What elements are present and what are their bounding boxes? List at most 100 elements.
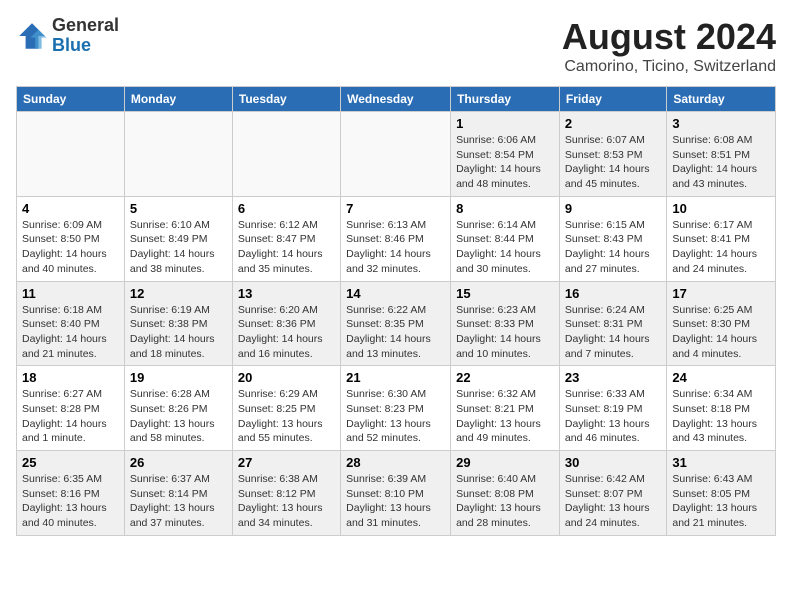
day-info: Sunrise: 6:24 AM Sunset: 8:31 PM Dayligh… [565,303,661,362]
day-info: Sunrise: 6:22 AM Sunset: 8:35 PM Dayligh… [346,303,445,362]
day-info: Sunrise: 6:12 AM Sunset: 8:47 PM Dayligh… [238,218,335,277]
day-info: Sunrise: 6:10 AM Sunset: 8:49 PM Dayligh… [130,218,227,277]
calendar-day: 29Sunrise: 6:40 AM Sunset: 8:08 PM Dayli… [451,451,560,536]
day-number: 19 [130,370,227,385]
day-info: Sunrise: 6:35 AM Sunset: 8:16 PM Dayligh… [22,472,119,531]
calendar-day: 2 Sunrise: 6:07 AM Sunset: 8:53 PM Daylig… [559,112,666,197]
weekday-header: Friday [559,87,666,112]
day-info: Sunrise: 6:38 AM Sunset: 8:12 PM Dayligh… [238,472,335,531]
weekday-header: Tuesday [232,87,340,112]
day-info: Sunrise: 6:17 AM Sunset: 8:41 PM Dayligh… [672,218,770,277]
calendar-day: 28 Sunrise: 6:39 AM Sunset: 8:10 PM Dayli… [341,451,451,536]
day-number: 4 [22,201,119,216]
logo: General Blue [16,16,119,56]
day-info: Sunrise: 6:37 AM Sunset: 8:14 PM Dayligh… [130,472,227,531]
weekday-header: Thursday [451,87,560,112]
day-info: Sunrise: 6:14 AM Sunset: 8:44 PM Dayligh… [456,218,554,277]
calendar-day: 8 Sunrise: 6:14 AM Sunset: 8:44 PM Daylig… [451,196,560,281]
day-info: Sunrise: 6:28 AM Sunset: 8:26 PM Dayligh… [130,387,227,446]
day-info: Sunrise: 6:27 AM Sunset: 8:28 PM Dayligh… [22,387,119,446]
day-number: 9 [565,201,661,216]
calendar-day: 23 Sunrise: 6:33 AM Sunset: 8:19 PM Dayli… [559,366,666,451]
day-number: 17 [672,286,770,301]
day-number: 21 [346,370,445,385]
day-number: 26 [130,455,227,470]
calendar-week-row: 18 Sunrise: 6:27 AM Sunset: 8:28 PM Dayli… [17,366,776,451]
day-number: 28 [346,455,445,470]
calendar-header-row: SundayMondayTuesdayWednesdayThursdayFrid… [17,87,776,112]
calendar-day: 31Sunrise: 6:43 AM Sunset: 8:05 PM Dayli… [667,451,776,536]
day-number: 30 [565,455,661,470]
calendar-day: 16Sunrise: 6:24 AM Sunset: 8:31 PM Dayli… [559,281,666,366]
day-info: Sunrise: 6:07 AM Sunset: 8:53 PM Dayligh… [565,133,661,192]
calendar-empty [124,112,232,197]
day-number: 2 [565,116,661,131]
day-info: Sunrise: 6:42 AM Sunset: 8:07 PM Dayligh… [565,472,661,531]
day-number: 5 [130,201,227,216]
day-info: Sunrise: 6:33 AM Sunset: 8:19 PM Dayligh… [565,387,661,446]
day-number: 3 [672,116,770,131]
calendar-day: 25 Sunrise: 6:35 AM Sunset: 8:16 PM Dayli… [17,451,125,536]
weekday-header: Sunday [17,87,125,112]
calendar-day: 17 Sunrise: 6:25 AM Sunset: 8:30 PM Dayli… [667,281,776,366]
day-info: Sunrise: 6:15 AM Sunset: 8:43 PM Dayligh… [565,218,661,277]
logo-text: General Blue [52,16,119,56]
day-number: 18 [22,370,119,385]
day-number: 1 [456,116,554,131]
day-number: 11 [22,286,119,301]
calendar-day: 5 Sunrise: 6:10 AM Sunset: 8:49 PM Daylig… [124,196,232,281]
day-number: 8 [456,201,554,216]
day-info: Sunrise: 6:13 AM Sunset: 8:46 PM Dayligh… [346,218,445,277]
calendar-day: 15 Sunrise: 6:23 AM Sunset: 8:33 PM Dayli… [451,281,560,366]
day-info: Sunrise: 6:08 AM Sunset: 8:51 PM Dayligh… [672,133,770,192]
day-number: 14 [346,286,445,301]
logo-blue: Blue [52,36,119,56]
calendar-day: 20Sunrise: 6:29 AM Sunset: 8:25 PM Dayli… [232,366,340,451]
calendar-week-row: 25 Sunrise: 6:35 AM Sunset: 8:16 PM Dayli… [17,451,776,536]
calendar-day: 26 Sunrise: 6:37 AM Sunset: 8:14 PM Dayli… [124,451,232,536]
calendar-day: 14 Sunrise: 6:22 AM Sunset: 8:35 PM Dayli… [341,281,451,366]
day-number: 7 [346,201,445,216]
day-number: 24 [672,370,770,385]
calendar-day: 12 Sunrise: 6:19 AM Sunset: 8:38 PM Dayli… [124,281,232,366]
day-info: Sunrise: 6:29 AM Sunset: 8:25 PM Dayligh… [238,387,335,446]
day-info: Sunrise: 6:23 AM Sunset: 8:33 PM Dayligh… [456,303,554,362]
calendar-day: 19 Sunrise: 6:28 AM Sunset: 8:26 PM Dayli… [124,366,232,451]
day-info: Sunrise: 6:19 AM Sunset: 8:38 PM Dayligh… [130,303,227,362]
calendar: SundayMondayTuesdayWednesdayThursdayFrid… [16,86,776,536]
page-header: General Blue August 2024 Camorino, Ticin… [16,16,776,76]
day-info: Sunrise: 6:34 AM Sunset: 8:18 PM Dayligh… [672,387,770,446]
day-number: 6 [238,201,335,216]
day-number: 12 [130,286,227,301]
calendar-day: 3 Sunrise: 6:08 AM Sunset: 8:51 PM Daylig… [667,112,776,197]
calendar-day: 4Sunrise: 6:09 AM Sunset: 8:50 PM Daylig… [17,196,125,281]
day-info: Sunrise: 6:30 AM Sunset: 8:23 PM Dayligh… [346,387,445,446]
location-title: Camorino, Ticino, Switzerland [562,58,776,76]
calendar-day: 9 Sunrise: 6:15 AM Sunset: 8:43 PM Daylig… [559,196,666,281]
day-number: 15 [456,286,554,301]
day-number: 13 [238,286,335,301]
logo-icon [16,20,48,52]
weekday-header: Monday [124,87,232,112]
day-info: Sunrise: 6:39 AM Sunset: 8:10 PM Dayligh… [346,472,445,531]
logo-general: General [52,16,119,36]
calendar-day: 6 Sunrise: 6:12 AM Sunset: 8:47 PM Daylig… [232,196,340,281]
day-number: 25 [22,455,119,470]
calendar-week-row: 1Sunrise: 6:06 AM Sunset: 8:54 PM Daylig… [17,112,776,197]
calendar-empty [17,112,125,197]
day-info: Sunrise: 6:32 AM Sunset: 8:21 PM Dayligh… [456,387,554,446]
day-info: Sunrise: 6:20 AM Sunset: 8:36 PM Dayligh… [238,303,335,362]
day-number: 23 [565,370,661,385]
calendar-day: 13 Sunrise: 6:20 AM Sunset: 8:36 PM Dayli… [232,281,340,366]
calendar-day: 10Sunrise: 6:17 AM Sunset: 8:41 PM Dayli… [667,196,776,281]
calendar-empty [232,112,340,197]
day-info: Sunrise: 6:25 AM Sunset: 8:30 PM Dayligh… [672,303,770,362]
calendar-day: 30 Sunrise: 6:42 AM Sunset: 8:07 PM Dayli… [559,451,666,536]
day-number: 29 [456,455,554,470]
calendar-day: 18 Sunrise: 6:27 AM Sunset: 8:28 PM Dayli… [17,366,125,451]
title-block: August 2024 Camorino, Ticino, Switzerlan… [562,16,776,76]
day-number: 22 [456,370,554,385]
day-info: Sunrise: 6:18 AM Sunset: 8:40 PM Dayligh… [22,303,119,362]
calendar-day: 22 Sunrise: 6:32 AM Sunset: 8:21 PM Dayli… [451,366,560,451]
calendar-day: 11 Sunrise: 6:18 AM Sunset: 8:40 PM Dayli… [17,281,125,366]
